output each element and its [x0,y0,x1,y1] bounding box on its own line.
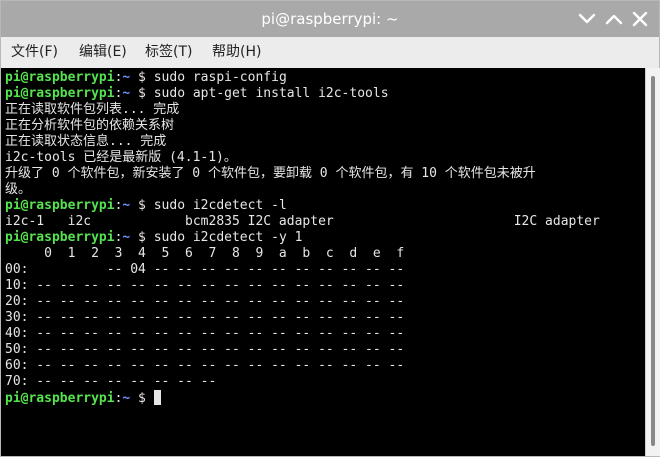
text-cursor [153,390,161,405]
terminal-window: pi@raspberrypi: ~ 文件(F) 编辑(E) 标签(T) 帮助(H… [0,0,660,457]
prompt-dollar: $ [130,230,154,245]
i2c-grid-row: 40: -- -- -- -- -- -- -- -- -- -- -- -- … [5,326,405,341]
minimize-icon [578,13,596,24]
i2c-grid-row: 00: -- 04 -- -- -- -- -- -- -- -- -- -- … [5,262,405,277]
i2c-grid-header: 0 1 2 3 4 5 6 7 8 9 a b c d e f [5,246,405,261]
terminal-line-prompt: pi@raspberrypi:~ $ sudo i2cdetect -y 1 [5,230,600,246]
terminal-line-output: 正在分析软件包的依赖关系树 [5,118,175,133]
terminal-line-output: 正在读取软件包列表... 完成 [5,102,180,117]
terminal-line-output: i2c-tools 已经是最新版 (4.1-1)。 [5,150,237,165]
close-button[interactable] [630,9,650,29]
i2c-grid-row: 60: -- -- -- -- -- -- -- -- -- -- -- -- … [5,358,405,373]
close-icon [632,11,648,27]
prompt-dollar: $ [130,86,154,101]
command-text: sudo raspi-config [153,70,287,85]
maximize-icon [605,14,623,25]
scrollbar-thumb[interactable] [651,76,655,446]
title-bar[interactable]: pi@raspberrypi: ~ [1,1,659,37]
command-text: sudo i2cdetect -y 1 [153,230,303,245]
terminal-line-prompt: pi@raspberrypi:~ $ sudo apt-get install … [5,86,600,102]
maximize-button[interactable] [604,9,624,29]
terminal-line-prompt: pi@raspberrypi:~ $ sudo i2cdetect -l [5,198,600,214]
terminal-line-output: 级。 [5,182,32,197]
command-text: sudo i2cdetect -l [153,198,287,213]
i2c-grid-row: 20: -- -- -- -- -- -- -- -- -- -- -- -- … [5,294,405,309]
prompt-dollar: $ [130,198,154,213]
menu-help[interactable]: 帮助(H) [212,37,261,68]
command-text: sudo apt-get install i2c-tools [153,86,389,101]
menu-tabs[interactable]: 标签(T) [145,37,192,68]
i2c-grid-row: 10: -- -- -- -- -- -- -- -- -- -- -- -- … [5,278,405,293]
prompt-dollar: $ [130,391,154,406]
terminal-line-prompt: pi@raspberrypi:~ $ sudo raspi-config [5,70,600,86]
terminal-line-prompt: pi@raspberrypi:~ $ [5,390,600,406]
prompt-user-host: pi@raspberrypi [5,70,115,85]
i2c-grid-row: 50: -- -- -- -- -- -- -- -- -- -- -- -- … [5,342,405,357]
menu-edit[interactable]: 编辑(E) [79,37,127,68]
prompt-user-host: pi@raspberrypi [5,86,115,101]
terminal-line-output: 升级了 0 个软件包，新安装了 0 个软件包，要卸载 0 个软件包，有 10 个… [5,166,536,181]
terminal-line-output: 正在读取状态信息... 完成 [5,134,167,149]
vertical-scrollbar[interactable] [645,68,660,456]
menu-bar: 文件(F) 编辑(E) 标签(T) 帮助(H) [1,37,659,68]
terminal-output[interactable]: pi@raspberrypi:~ $ sudo raspi-config pi@… [1,68,645,456]
minimize-button[interactable] [577,9,597,29]
window-title: pi@raspberrypi: ~ [261,10,399,28]
prompt-user-host: pi@raspberrypi [5,391,115,406]
terminal-line-output: i2c-1 i2c bcm2835 I2C adapter I2C adapte… [5,214,600,229]
menu-file[interactable]: 文件(F) [11,37,58,68]
prompt-user-host: pi@raspberrypi [5,230,115,245]
i2c-grid-row: 30: -- -- -- -- -- -- -- -- -- -- -- -- … [5,310,405,325]
prompt-user-host: pi@raspberrypi [5,198,115,213]
prompt-dollar: $ [130,70,154,85]
i2c-grid-row: 70: -- -- -- -- -- -- -- -- [5,374,217,389]
